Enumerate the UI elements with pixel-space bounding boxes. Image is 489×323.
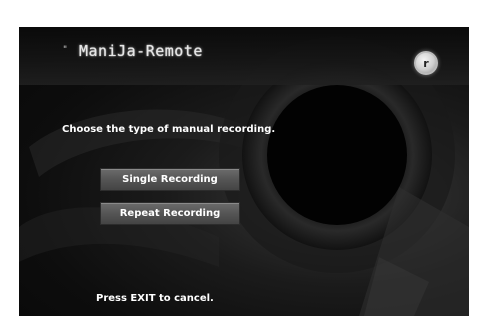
instruction-text: Choose the type of manual recording. [62,124,276,135]
app-title: ManiJa-Remote [79,42,203,60]
repeat-recording-button[interactable]: Repeat Recording [100,202,240,225]
repeat-recording-label: Repeat Recording [119,208,221,219]
record-icon-glyph: r [423,56,429,70]
single-recording-label: Single Recording [122,174,218,185]
header-decoration: " [63,45,70,55]
recording-screen: " ManiJa-Remote r Choose the type of man… [19,27,469,316]
record-icon: r [414,51,438,75]
cancel-hint: Press EXIT to cancel. [96,293,214,304]
single-recording-button[interactable]: Single Recording [100,168,240,191]
